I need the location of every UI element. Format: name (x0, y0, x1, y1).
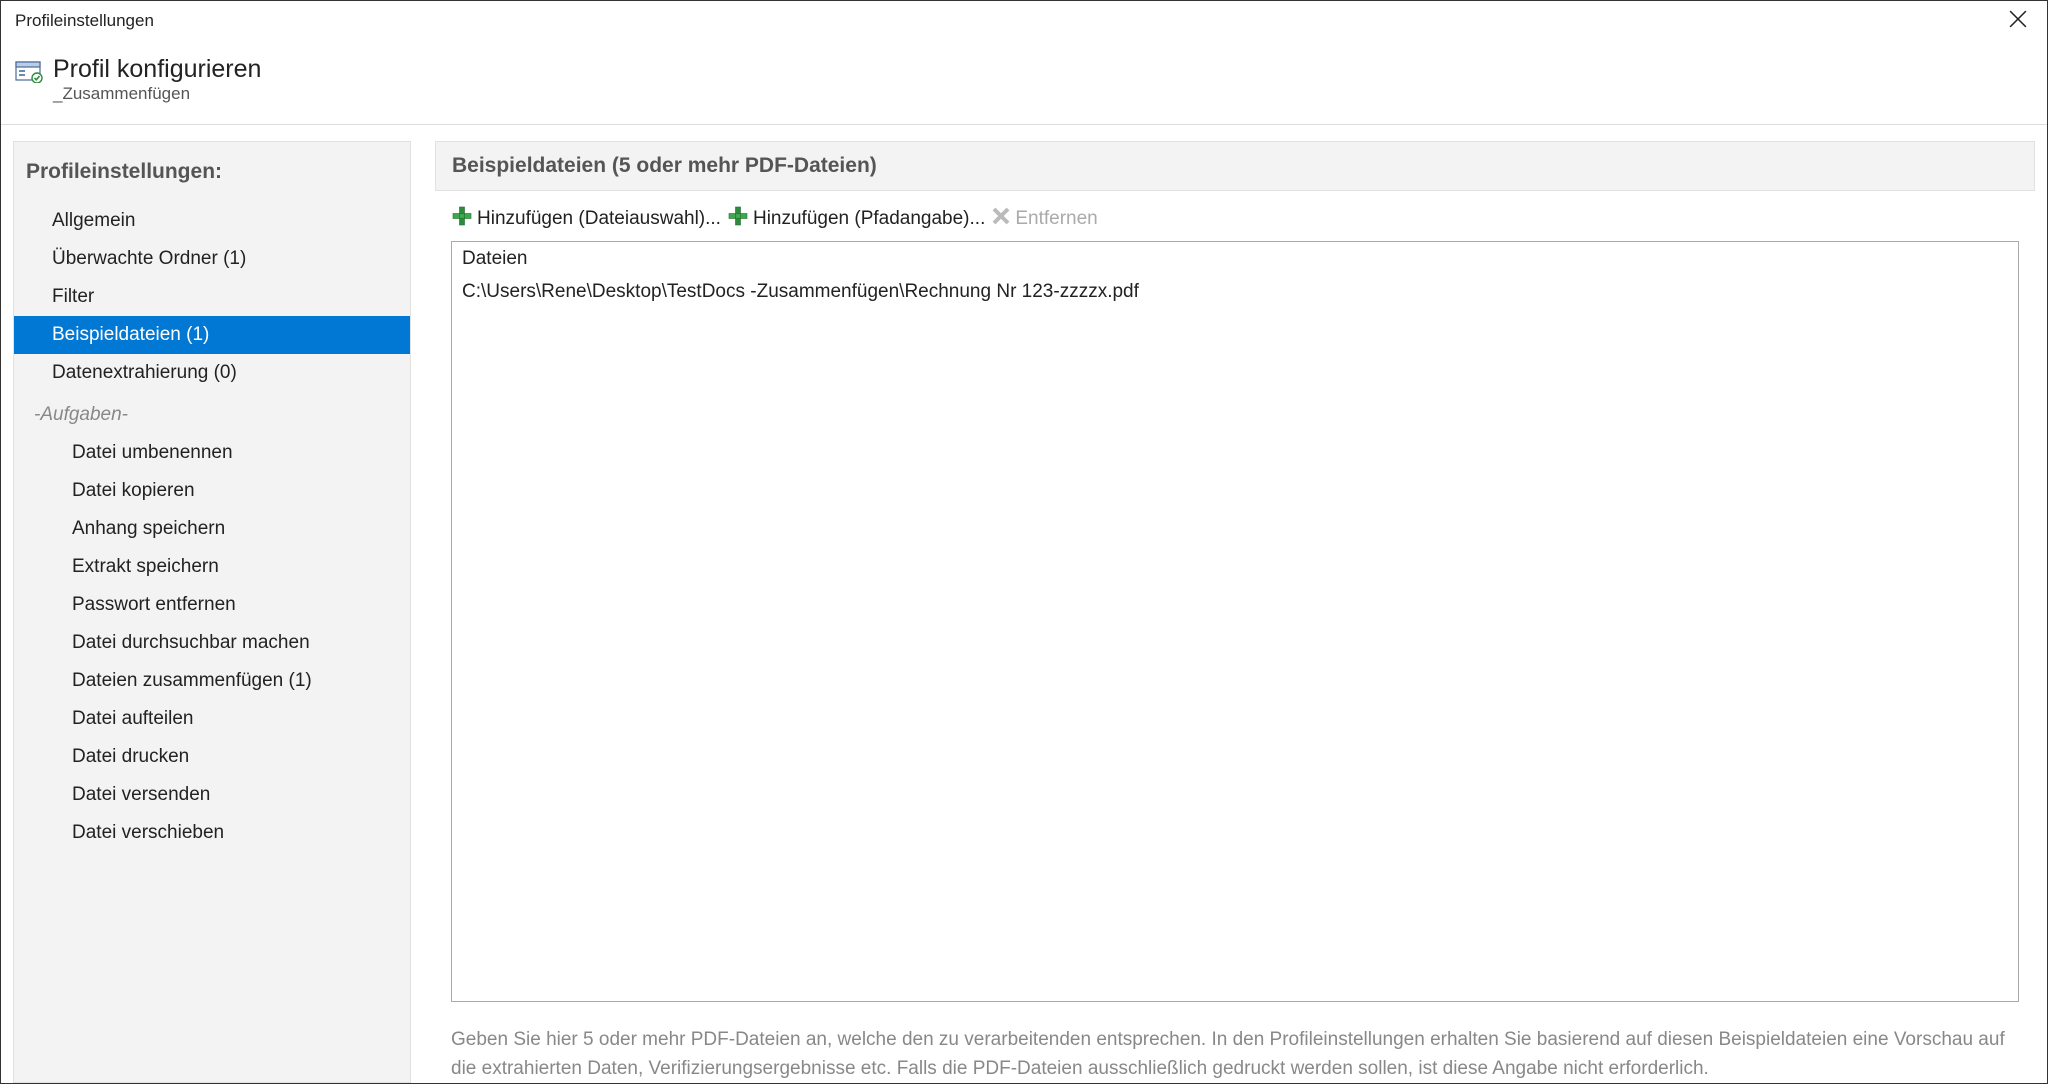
sidebar-subitem-drucken[interactable]: Datei drucken (14, 738, 410, 776)
toolbar: Hinzufügen (Dateiauswahl)... Hinzufügen … (435, 191, 2035, 241)
sidebar-subitem-anhang-speichern[interactable]: Anhang speichern (14, 510, 410, 548)
add-file-button[interactable]: Hinzufügen (Dateiauswahl)... (451, 205, 721, 233)
sidebar-subitem-datei-kopieren[interactable]: Datei kopieren (14, 472, 410, 510)
body: Profileinstellungen: Allgemein Überwacht… (1, 125, 2047, 1083)
sidebar-subitem-aufteilen[interactable]: Datei aufteilen (14, 700, 410, 738)
sidebar-subitem-versenden[interactable]: Datei versenden (14, 776, 410, 814)
add-file-label: Hinzufügen (Dateiauswahl)... (477, 208, 721, 230)
plus-icon (451, 205, 473, 233)
profile-configure-icon (15, 59, 43, 83)
sidebar-item-beispieldateien[interactable]: Beispieldateien (1) (14, 316, 410, 354)
sidebar-group-aufgaben: -Aufgaben- (14, 392, 410, 434)
main-panel: Beispieldateien (5 oder mehr PDF-Dateien… (435, 141, 2035, 1083)
sidebar-subitem-extrakt-speichern[interactable]: Extrakt speichern (14, 548, 410, 586)
sidebar-item-ueberwachte-ordner[interactable]: Überwachte Ordner (1) (14, 240, 410, 278)
plus-icon (727, 205, 749, 233)
window-title: Profileinstellungen (15, 11, 154, 31)
x-icon (991, 206, 1011, 232)
sidebar-section-title: Profileinstellungen: (14, 156, 410, 202)
titlebar: Profileinstellungen (1, 1, 2047, 41)
sidebar-subitem-datei-umbenennen[interactable]: Datei umbenennen (14, 434, 410, 472)
close-icon[interactable] (2003, 7, 2033, 35)
sidebar-item-filter[interactable]: Filter (14, 278, 410, 316)
sidebar-subitem-zusammenfuegen[interactable]: Dateien zusammenfügen (1) (14, 662, 410, 700)
file-list-header: Dateien (452, 242, 2018, 277)
settings-window: Profileinstellungen Profil konfigurieren… (0, 0, 2048, 1084)
sidebar-subitem-passwort-entfernen[interactable]: Passwort entfernen (14, 586, 410, 624)
sidebar-item-datenextrahierung[interactable]: Datenextrahierung (0) (14, 354, 410, 392)
file-list[interactable]: Dateien C:\Users\Rene\Desktop\TestDocs -… (451, 241, 2019, 1002)
add-path-button[interactable]: Hinzufügen (Pfadangabe)... (727, 205, 985, 233)
file-list-row[interactable]: C:\Users\Rene\Desktop\TestDocs -Zusammen… (452, 277, 2018, 307)
sidebar-item-allgemein[interactable]: Allgemein (14, 202, 410, 240)
sidebar-subitem-durchsuchbar[interactable]: Datei durchsuchbar machen (14, 624, 410, 662)
panel-title: Beispieldateien (5 oder mehr PDF-Dateien… (435, 141, 2035, 191)
header: Profil konfigurieren _Zusammenfügen (1, 41, 2047, 125)
header-subtitle: _Zusammenfügen (53, 84, 261, 104)
header-title: Profil konfigurieren (53, 55, 261, 84)
add-path-label: Hinzufügen (Pfadangabe)... (753, 208, 985, 230)
remove-label: Entfernen (1015, 208, 1097, 230)
help-text: Geben Sie hier 5 oder mehr PDF-Dateien a… (435, 1002, 2035, 1083)
header-text: Profil konfigurieren _Zusammenfügen (53, 55, 261, 104)
sidebar-subitem-verschieben[interactable]: Datei verschieben (14, 814, 410, 852)
remove-button[interactable]: Entfernen (991, 206, 1097, 232)
sidebar: Profileinstellungen: Allgemein Überwacht… (13, 141, 411, 1083)
